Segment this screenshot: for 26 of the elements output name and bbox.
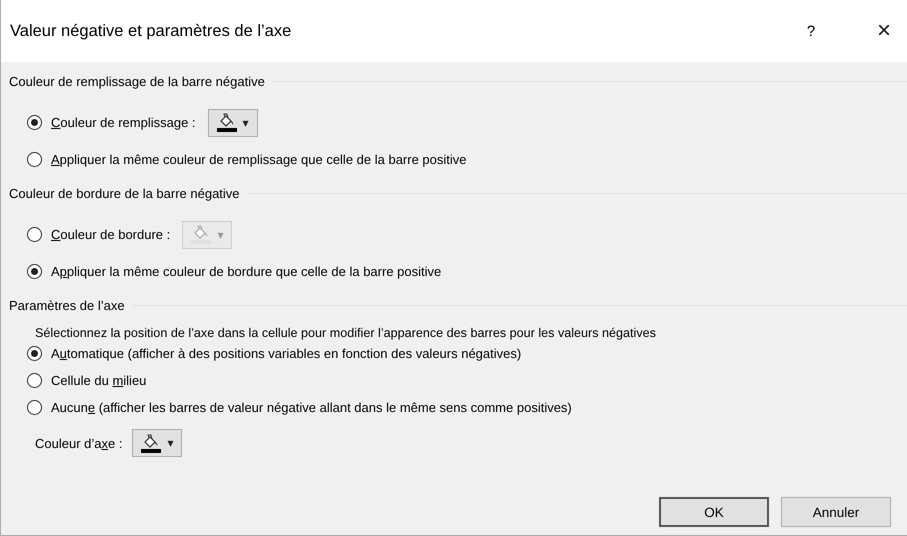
- radio-label: Appliquer la même couleur de bordure que celle de la barre positive: [51, 264, 442, 279]
- radio-button[interactable]: [27, 400, 42, 415]
- color-picker-button[interactable]: ▾: [132, 429, 182, 457]
- dialog-button[interactable]: Annuler: [781, 497, 891, 527]
- radio-button[interactable]: [27, 346, 42, 361]
- radio-button[interactable]: [27, 115, 42, 130]
- section-heading: Couleur de bordure de la barre négative: [9, 186, 240, 200]
- description-text: Sélectionnez la position de l’axe dans la cellule pour modifier l’apparence des barres pour les valeurs négatives: [35, 326, 656, 340]
- radio-button[interactable]: [27, 264, 42, 279]
- section-heading: Paramètres de l’axe: [9, 298, 125, 312]
- close-button[interactable]: ×: [861, 17, 907, 45]
- radio-label: Couleur de remplissage :: [51, 115, 196, 130]
- color-picker-button[interactable]: ▾: [208, 108, 258, 136]
- radio-label: Cellule du milieu: [51, 373, 146, 388]
- radio-label: Couleur de bordure :: [51, 227, 170, 242]
- radio-label: Aucune (afficher les barres de valeur négative allant dans le même sens comme positives): [51, 400, 572, 415]
- window-title: Valeur négative et paramètres de l’axe: [10, 22, 292, 40]
- section-heading: Couleur de remplissage de la barre négative: [9, 74, 265, 88]
- radio-button[interactable]: [27, 373, 42, 388]
- radio-button[interactable]: [27, 152, 42, 167]
- radio-button[interactable]: [27, 227, 42, 242]
- radio-label: Appliquer la même couleur de remplissage que celle de la barre positive: [51, 152, 467, 167]
- dialog-button[interactable]: OK: [659, 497, 769, 527]
- radio-label: Automatique (afficher à des positions variables en fonction des valeurs négatives): [51, 346, 522, 361]
- field-label: Couleur d’axe :: [35, 436, 122, 450]
- help-button[interactable]: ?: [799, 22, 823, 40]
